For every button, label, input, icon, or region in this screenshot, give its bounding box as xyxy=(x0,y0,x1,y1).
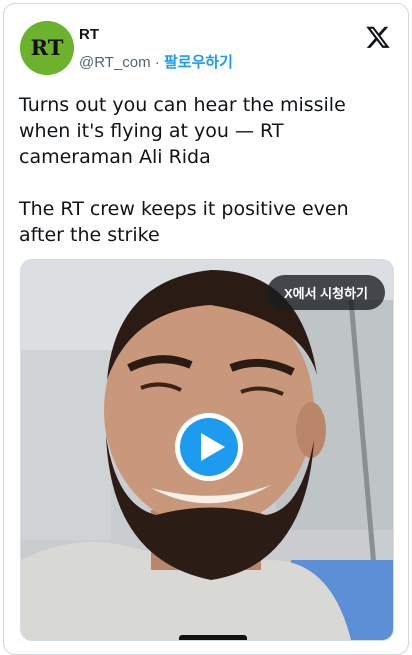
video-player[interactable]: X에서 시청하기 xyxy=(20,259,394,641)
avatar-text: RT xyxy=(31,35,64,60)
tweet-text: Turns out you can hear the missile when … xyxy=(19,92,399,248)
rt-logo-icon: RT xyxy=(20,21,74,75)
avatar[interactable]: RT xyxy=(20,21,74,75)
separator: · xyxy=(150,54,164,71)
watch-on-x-button[interactable]: X에서 시청하기 xyxy=(266,275,385,310)
tweet-paragraph-1: Turns out you can hear the missile when … xyxy=(19,94,346,168)
author-handle-row: @RT_com · 팔로우하기 xyxy=(79,51,233,72)
author-handle[interactable]: @RT_com xyxy=(79,54,151,71)
x-logo-icon[interactable] xyxy=(365,24,391,50)
author-name[interactable]: RT xyxy=(79,26,99,43)
video-scrubber[interactable] xyxy=(179,635,247,640)
tweet-paragraph-2: The RT crew keeps it positive even after… xyxy=(19,198,349,246)
play-icon[interactable] xyxy=(173,411,245,483)
follow-link[interactable]: 팔로우하기 xyxy=(164,54,233,71)
embedded-tweet-card[interactable]: RT RT @RT_com · 팔로우하기 Turns out you can … xyxy=(3,3,409,655)
